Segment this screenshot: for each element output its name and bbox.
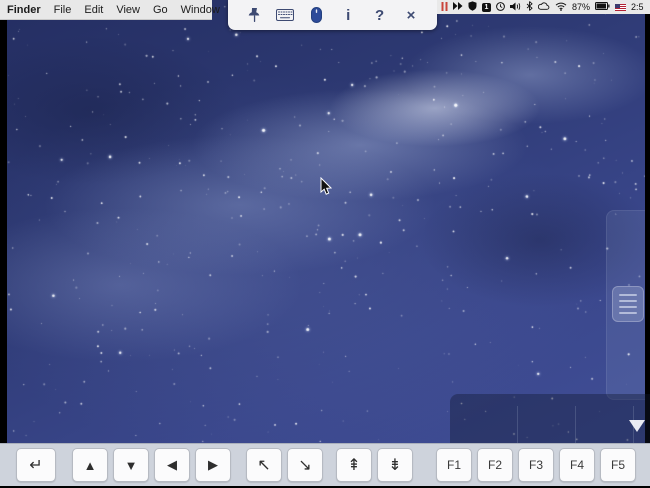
clock-icon[interactable]	[496, 2, 505, 13]
home-key[interactable]: ↖	[246, 448, 282, 482]
wifi-icon[interactable]	[555, 2, 567, 13]
starfield-canvas	[0, 0, 650, 443]
pin-icon[interactable]	[243, 3, 265, 27]
bluetooth-icon[interactable]	[526, 1, 533, 13]
arrow-down-key[interactable]: ▼	[113, 448, 149, 482]
menu-item-edit[interactable]: Edit	[84, 4, 103, 16]
cloud-icon[interactable]	[538, 2, 550, 12]
battery-percent: 87%	[572, 2, 590, 12]
menu-item-view[interactable]: View	[116, 4, 140, 16]
hide-keybar-triangle-button[interactable]	[629, 420, 645, 432]
menu-item-file[interactable]: File	[54, 4, 72, 16]
volume-icon[interactable]	[510, 2, 521, 13]
shield-icon[interactable]	[468, 1, 477, 13]
remote-desktop-screen: Finder File Edit View Go Window Help	[0, 0, 650, 488]
f3-key[interactable]: F3	[518, 448, 554, 482]
battery-icon[interactable]	[595, 2, 610, 12]
menu-item-finder[interactable]: Finder	[7, 4, 41, 16]
clock-time: 2:5	[631, 2, 644, 12]
f5-key[interactable]: F5	[600, 448, 636, 482]
help-icon[interactable]: ?	[369, 3, 391, 27]
input-source-flag-icon[interactable]	[615, 4, 626, 11]
remote-menu-bar: Finder File Edit View Go Window Help	[0, 0, 212, 20]
mouse-cursor	[320, 177, 332, 196]
menu-item-go[interactable]: Go	[153, 4, 168, 16]
page-down-key[interactable]: ⇟	[377, 448, 413, 482]
f2-key[interactable]: F2	[477, 448, 513, 482]
arrow-up-key[interactable]: ▲	[72, 448, 108, 482]
return-key[interactable]: ↵	[16, 448, 56, 482]
mouse-icon[interactable]	[306, 3, 328, 27]
pause-icon[interactable]	[441, 2, 448, 13]
fast-forward-icon[interactable]	[453, 2, 463, 12]
page-up-key[interactable]: ⇞	[336, 448, 372, 482]
f1-key[interactable]: F1	[436, 448, 472, 482]
side-panel-grip-handle[interactable]	[612, 286, 644, 322]
arrow-right-key[interactable]: ▶	[195, 448, 231, 482]
virtual-key-toolbar: ↵ ▲ ▼ ◀ ▶ ↖ ↘ ⇞ ⇟ F1 F2 F3 F4 F5	[0, 443, 650, 486]
end-key[interactable]: ↘	[287, 448, 323, 482]
info-icon[interactable]: i	[337, 3, 359, 27]
ghost-key-panel	[450, 394, 650, 443]
onepassword-icon[interactable]: 1	[482, 3, 491, 12]
f4-key[interactable]: F4	[559, 448, 595, 482]
starry-sky-wallpaper	[0, 0, 650, 443]
letterbox-right	[645, 14, 650, 443]
vnc-control-toolbar: i ? ×	[228, 0, 437, 30]
keyboard-icon[interactable]	[274, 3, 296, 27]
letterbox-left	[0, 20, 7, 443]
close-icon[interactable]: ×	[400, 3, 422, 27]
arrow-left-key[interactable]: ◀	[154, 448, 190, 482]
menu-item-window[interactable]: Window	[181, 4, 220, 16]
remote-status-bar: 1 87% 2:5	[437, 0, 650, 14]
